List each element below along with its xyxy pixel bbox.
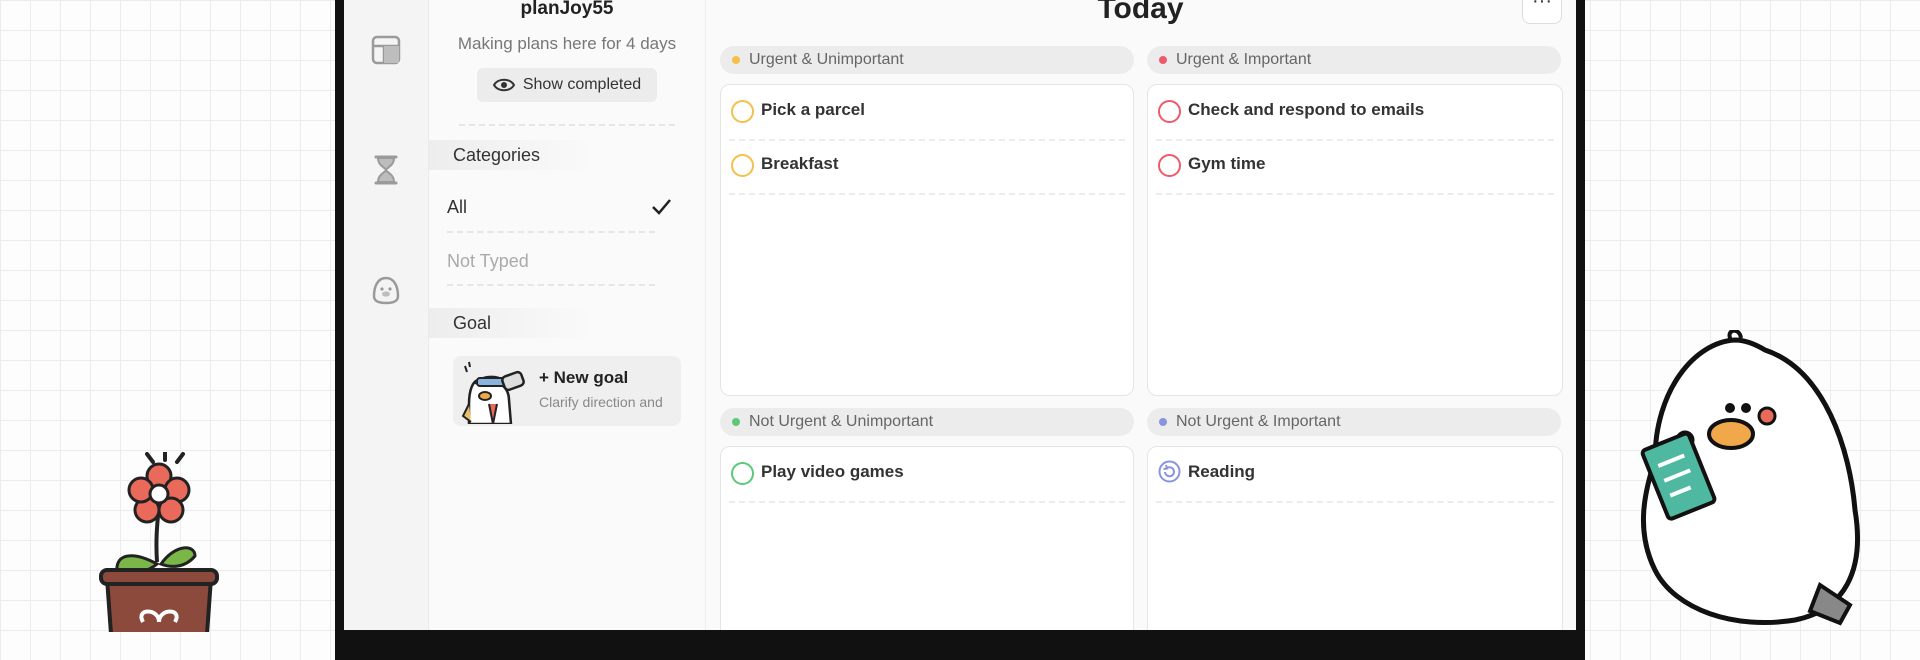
task-label: Pick a parcel xyxy=(761,100,865,119)
task-label: Gym time xyxy=(1188,154,1266,173)
task-checkbox[interactable] xyxy=(731,100,754,123)
quadrant-label: Urgent & Unimportant xyxy=(749,51,904,68)
new-goal-title: + New goal xyxy=(539,368,629,387)
app-screen: planJoy55 Making plans here for 4 days S… xyxy=(344,0,1576,630)
navigation-rail xyxy=(344,0,429,630)
page-title: Today xyxy=(1097,0,1184,25)
mascot-icon[interactable] xyxy=(370,274,402,306)
categories-header: Categories xyxy=(429,140,593,170)
divider xyxy=(459,124,675,126)
task-checkbox[interactable] xyxy=(731,154,754,177)
quadrant-label: Urgent & Important xyxy=(1176,51,1312,68)
layout-icon[interactable] xyxy=(370,34,402,66)
task-item[interactable]: Pick a parcel xyxy=(729,85,1125,141)
task-item[interactable]: Check and respond to emails xyxy=(1156,85,1554,141)
quadrant-urgent-unimportant[interactable]: Pick a parcel Breakfast xyxy=(720,84,1134,396)
hourglass-icon[interactable] xyxy=(370,154,402,186)
task-checkbox[interactable] xyxy=(1158,100,1181,123)
quadrant-header-not-urgent-unimportant: Not Urgent & Unimportant xyxy=(720,408,1134,436)
flower-pot-illustration xyxy=(99,452,219,632)
divider xyxy=(447,231,655,233)
user-name: planJoy55 xyxy=(520,0,614,19)
task-item[interactable]: Play video games xyxy=(729,447,1125,503)
task-label: Reading xyxy=(1188,462,1256,481)
duck-mascot-illustration xyxy=(1640,330,1860,626)
new-goal-subtitle: Clarify direction and xyxy=(539,394,663,410)
task-item[interactable]: Gym time xyxy=(1156,139,1554,195)
new-goal-card[interactable]: + New goal Clarify direction and xyxy=(453,356,681,426)
category-not-typed[interactable]: Not Typed xyxy=(447,251,529,272)
status-dot-icon xyxy=(1159,56,1167,64)
task-label: Play video games xyxy=(761,462,904,481)
show-completed-label: Show completed xyxy=(522,76,642,93)
task-checkbox[interactable] xyxy=(731,462,754,485)
quadrant-not-urgent-important[interactable]: Reading xyxy=(1147,446,1563,630)
goal-header: Goal xyxy=(429,308,593,338)
quadrant-header-urgent-unimportant: Urgent & Unimportant xyxy=(720,46,1134,74)
repeat-task-icon[interactable] xyxy=(1158,460,1181,483)
quadrant-header-urgent-important: Urgent & Important xyxy=(1147,46,1561,74)
task-label: Check and respond to emails xyxy=(1188,100,1425,119)
task-item[interactable]: Breakfast xyxy=(729,139,1125,195)
eye-icon xyxy=(492,78,515,92)
quadrant-header-not-urgent-important: Not Urgent & Important xyxy=(1147,408,1561,436)
task-label: Breakfast xyxy=(761,154,839,173)
show-completed-button[interactable]: Show completed xyxy=(477,68,657,102)
more-options-button[interactable]: ··· xyxy=(1522,0,1562,24)
task-item[interactable]: Reading xyxy=(1156,447,1554,503)
quadrant-urgent-important[interactable]: Check and respond to emails Gym time xyxy=(1147,84,1563,396)
status-dot-icon xyxy=(732,56,740,64)
explorer-duck-icon xyxy=(461,361,525,424)
divider xyxy=(447,284,655,286)
status-dot-icon xyxy=(732,418,740,426)
status-dot-icon xyxy=(1159,418,1167,426)
sidebar: planJoy55 Making plans here for 4 days S… xyxy=(429,0,706,630)
quadrant-label: Not Urgent & Important xyxy=(1176,413,1341,430)
quadrant-not-urgent-unimportant[interactable]: Play video games xyxy=(720,446,1134,630)
user-subtitle: Making plans here for 4 days xyxy=(457,34,677,53)
category-all[interactable]: All xyxy=(447,197,467,218)
quadrant-label: Not Urgent & Unimportant xyxy=(749,413,934,430)
task-checkbox[interactable] xyxy=(1158,154,1181,177)
checkmark-icon xyxy=(652,199,671,215)
